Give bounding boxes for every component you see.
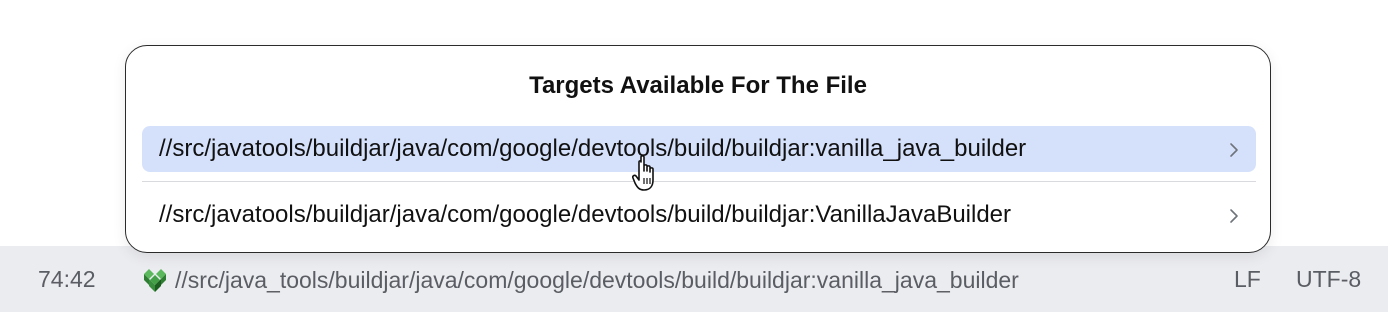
- encoding-widget[interactable]: UTF-8: [1296, 266, 1361, 293]
- chevron-right-icon: [1224, 139, 1244, 159]
- target-list-item[interactable]: //src/javatools/buildjar/java/com/google…: [142, 192, 1256, 238]
- status-bar: 74:42 //src/java_tools/buildjar/java/com…: [0, 246, 1388, 312]
- targets-popup: Targets Available For The File //src/jav…: [125, 45, 1271, 253]
- bazel-target-widget[interactable]: //src/java_tools/buildjar/java/com/googl…: [141, 266, 1019, 294]
- target-label: //src/javatools/buildjar/java/com/google…: [159, 135, 1027, 162]
- caret-position-widget[interactable]: 74:42: [38, 266, 96, 293]
- bazel-target-label: //src/java_tools/buildjar/java/com/googl…: [175, 266, 1019, 293]
- target-list-item[interactable]: //src/javatools/buildjar/java/com/google…: [142, 126, 1256, 172]
- line-separator-widget[interactable]: LF: [1234, 266, 1261, 293]
- ide-window: 74:42 //src/java_tools/buildjar/java/com…: [0, 0, 1388, 312]
- bazel-icon: [141, 266, 169, 294]
- divider: [142, 181, 1256, 182]
- popup-title: Targets Available For The File: [529, 72, 867, 99]
- target-label: //src/javatools/buildjar/java/com/google…: [159, 201, 1012, 228]
- hand-pointer-icon: [631, 154, 666, 194]
- chevron-right-icon: [1224, 205, 1244, 225]
